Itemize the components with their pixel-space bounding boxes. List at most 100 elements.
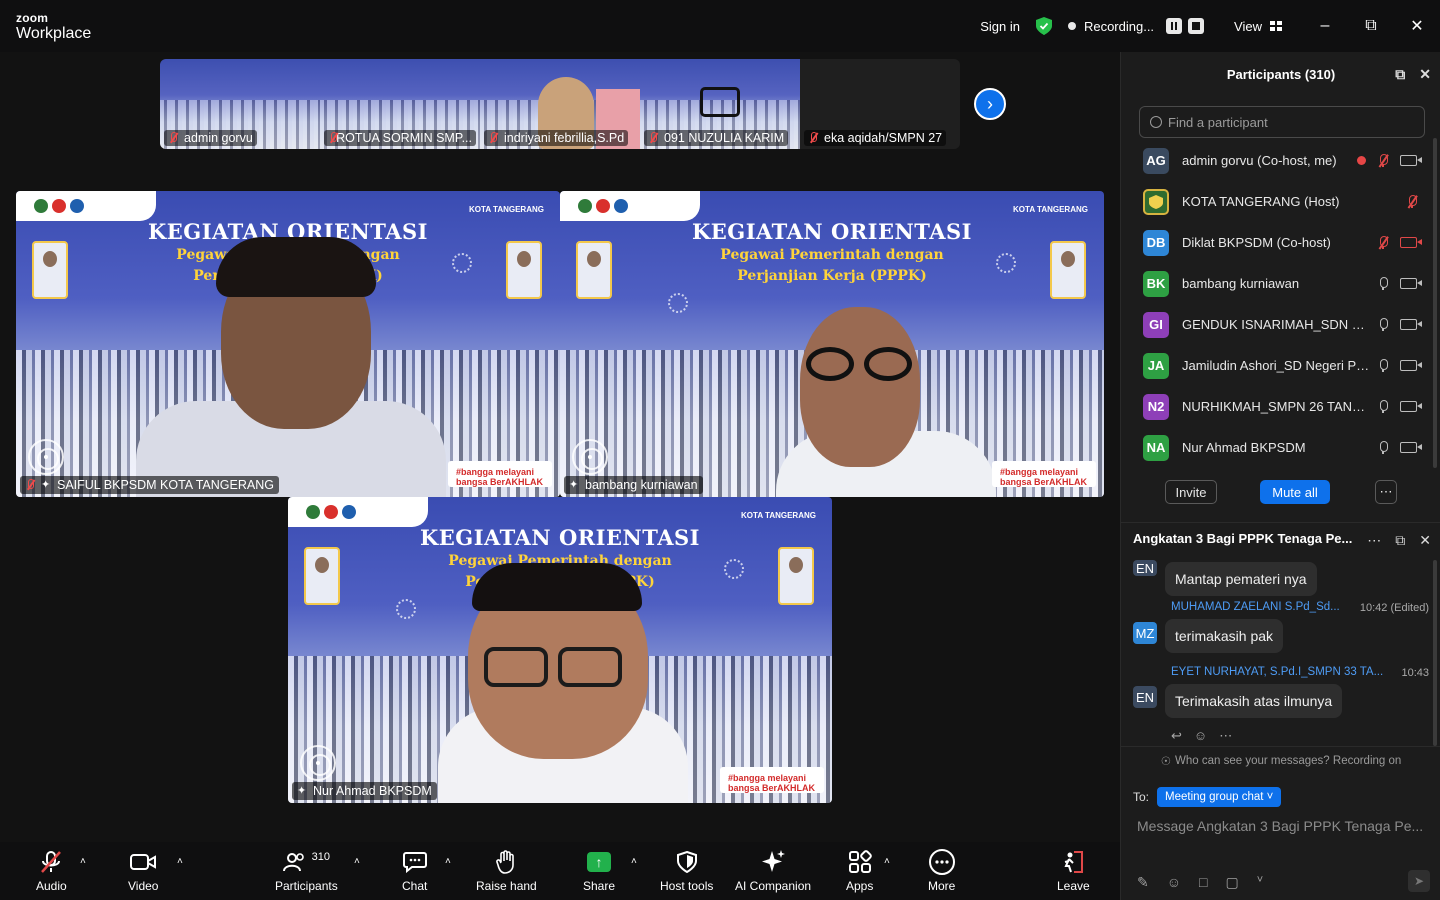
camera-off-icon[interactable]	[1400, 237, 1422, 248]
ai-companion-button[interactable]: AI Companion	[735, 848, 811, 893]
participant-name: NURHIKMAH_SMPN 26 TANGE...	[1182, 399, 1372, 414]
emoji-reaction-icon[interactable]: ☺	[1194, 728, 1207, 744]
popout-icon[interactable]: ⧉	[1395, 532, 1405, 549]
mic-icon[interactable]	[1378, 277, 1388, 290]
people-icon: ☉	[1160, 755, 1171, 768]
participant-row[interactable]: KOTA TANGERANG (Host)	[1121, 181, 1431, 222]
participants-button[interactable]: 310 Participants	[275, 848, 338, 893]
visibility-note[interactable]: ☉ Who can see your messages? Recording o…	[1121, 746, 1440, 774]
share-options-caret[interactable]: ˄	[631, 856, 637, 867]
camera-icon[interactable]	[1400, 442, 1422, 453]
more-dots-icon	[928, 849, 955, 875]
participant-row[interactable]: JA Jamiludin Ashori_SD Negeri Pa...	[1121, 345, 1431, 386]
format-icon[interactable]: ✎	[1137, 874, 1149, 891]
more-button[interactable]: More	[928, 848, 955, 893]
chevron-down-icon[interactable]: ˅	[1257, 874, 1263, 891]
mic-icon[interactable]	[1378, 400, 1388, 413]
filmstrip-tile[interactable]: admin gorvu	[160, 59, 320, 149]
chat-scrollbar[interactable]	[1433, 560, 1437, 746]
participants-label: Participants	[275, 879, 338, 893]
message-sender[interactable]: MUHAMAD ZAELANI S.Pd_Sd...	[1171, 601, 1340, 613]
reply-icon[interactable]: ↩	[1171, 728, 1182, 744]
recipient-dropdown[interactable]: Meeting group chat ˅	[1157, 787, 1282, 807]
audio-options-caret[interactable]: ˄	[80, 856, 86, 867]
raise-hand-button[interactable]: Raise hand	[476, 848, 537, 893]
mic-icon[interactable]	[1378, 441, 1388, 454]
message-sender[interactable]: EYET NURHAYAT, S.Pd.I_SMPN 33 TA...	[1171, 666, 1383, 678]
mute-all-button[interactable]: Mute all	[1260, 480, 1330, 504]
video-tile[interactable]: KEGIATAN ORIENTASI Pegawai Pemerintah de…	[560, 191, 1104, 497]
audio-button[interactable]: Audio	[36, 848, 67, 893]
emoji-icon[interactable]: ☺	[1167, 874, 1181, 891]
avatar: BK	[1143, 270, 1169, 297]
logo-product: Workplace	[16, 25, 92, 42]
video-tile[interactable]: KEGIATAN ORIENTASI Pegawai Pemerintah de…	[288, 497, 832, 803]
portrait-image	[304, 547, 340, 605]
mic-icon[interactable]	[1378, 359, 1388, 372]
video-camera-icon	[130, 854, 157, 870]
ellipsis-icon[interactable]: ⋯	[1219, 728, 1232, 744]
share-label: Share	[583, 879, 616, 893]
camera-icon[interactable]	[1400, 360, 1422, 371]
leave-button[interactable]: Leave	[1057, 848, 1090, 893]
apps-button[interactable]: Apps	[846, 848, 873, 893]
mic-off-icon[interactable]	[1378, 154, 1389, 168]
participants-scrollbar[interactable]	[1433, 138, 1437, 468]
host-tools-button[interactable]: Host tools	[660, 848, 713, 893]
chat-options-caret[interactable]: ˄	[445, 856, 451, 867]
filmstrip-tile[interactable]: eka aqidah/SMPN 27	[800, 59, 960, 149]
encryption-shield-icon[interactable]	[1035, 17, 1052, 35]
filmstrip-tile[interactable]: indriyani febrillia,S.Pd	[480, 59, 640, 149]
filmstrip-tile[interactable]: 091 NUZULIA KARIM	[640, 59, 800, 149]
participant-row[interactable]: DB Diklat BKPSDM (Co-host)	[1121, 222, 1431, 263]
popout-icon[interactable]: ⧉	[1395, 66, 1405, 83]
file-icon[interactable]: □	[1199, 874, 1207, 891]
ellipsis-icon[interactable]: ⋯	[1367, 532, 1381, 549]
mic-off-icon[interactable]	[1378, 236, 1389, 250]
camera-icon[interactable]	[1400, 401, 1422, 412]
chat-button[interactable]: Chat	[402, 848, 427, 893]
view-button[interactable]: View	[1234, 19, 1282, 34]
stop-recording-button[interactable]	[1188, 18, 1205, 34]
participant-row[interactable]: N2 NURHIKMAH_SMPN 26 TANGE...	[1121, 386, 1431, 427]
recording-indicator-icon	[1067, 22, 1076, 30]
camera-icon[interactable]	[1400, 319, 1422, 330]
more-options-button[interactable]: ⋯	[1375, 480, 1397, 504]
pause-recording-button[interactable]	[1166, 18, 1183, 34]
slide-title: KEGIATAN ORIENTASI	[420, 525, 700, 550]
minimize-icon[interactable]: –	[1302, 0, 1348, 52]
message-bubble[interactable]: Mantap pemateri nya	[1165, 562, 1317, 596]
filmstrip-tile[interactable]: ROTUA SORMIN SMP...	[320, 59, 480, 149]
close-icon[interactable]: ✕	[1419, 532, 1431, 549]
video-button[interactable]: Video	[128, 848, 158, 893]
share-button[interactable]: ↑ Share	[583, 848, 615, 893]
restore-icon[interactable]: ⧉	[1348, 0, 1394, 52]
invite-button[interactable]: Invite	[1165, 480, 1217, 504]
participants-options-caret[interactable]: ˄	[354, 856, 360, 867]
mic-muted-icon	[41, 851, 62, 873]
camera-icon[interactable]	[1400, 278, 1422, 289]
message-bubble[interactable]: terimakasih pak	[1165, 619, 1284, 653]
apps-options-caret[interactable]: ˄	[884, 856, 890, 867]
mic-off-icon[interactable]	[1407, 195, 1418, 209]
avatar: JA	[1143, 352, 1169, 379]
raise-hand-icon	[496, 850, 515, 874]
mic-icon[interactable]	[1378, 318, 1388, 331]
send-button[interactable]: ➤	[1408, 870, 1430, 892]
participant-row[interactable]: AG admin gorvu (Co-host, me)	[1121, 140, 1431, 181]
close-icon[interactable]: ✕	[1419, 66, 1431, 83]
close-icon[interactable]: ✕	[1394, 0, 1440, 52]
message-bubble[interactable]: Terimakasih atas ilmunya	[1165, 684, 1343, 718]
video-tile[interactable]: KEGIATAN ORIENTASI Pegawai Pemerintah de…	[16, 191, 560, 497]
participant-search-input[interactable]: Find a participant	[1139, 106, 1425, 138]
participant-row[interactable]: GI GENDUK ISNARIMAH_SDN CIP...	[1121, 304, 1431, 345]
participant-row[interactable]: BK bambang kurniawan	[1121, 263, 1431, 304]
screenshot-icon[interactable]: ▢	[1226, 874, 1239, 891]
participant-row[interactable]: NA Nur Ahmad BKPSDM	[1121, 427, 1431, 468]
camera-icon[interactable]	[1400, 155, 1422, 166]
ai-companion-label: AI Companion	[735, 879, 812, 893]
message-input[interactable]: Message Angkatan 3 Bagi PPPK Tenaga Pe..…	[1137, 818, 1429, 834]
video-options-caret[interactable]: ˄	[177, 856, 183, 867]
sign-in-link[interactable]: Sign in	[980, 19, 1020, 34]
next-page-button[interactable]: ›	[974, 88, 1006, 120]
